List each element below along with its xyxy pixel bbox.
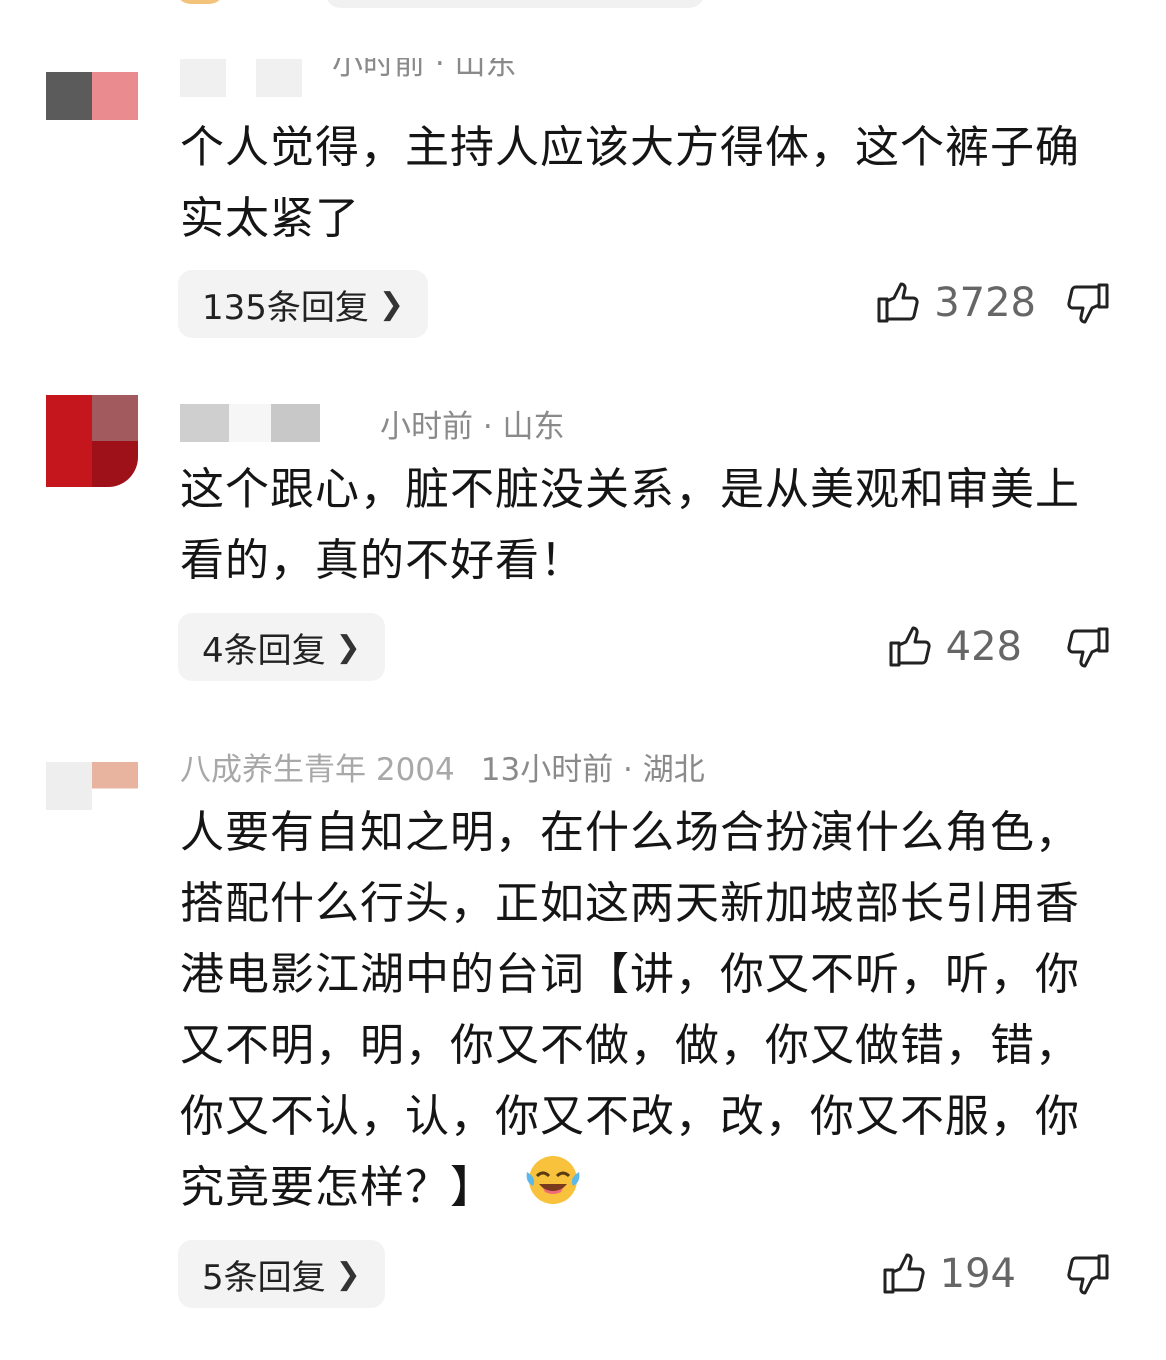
avatar-block (92, 72, 138, 120)
comment-meta: 小时前 · 山东 (180, 58, 517, 98)
avatar[interactable] (46, 395, 138, 487)
thumbs-down-icon[interactable] (1066, 625, 1110, 669)
like-count: 3728 (934, 280, 1036, 326)
username-blurred[interactable] (256, 59, 302, 97)
thumbs-up-icon[interactable] (888, 625, 932, 669)
chevron-right-icon: ❯ (335, 1256, 361, 1292)
reply-input-fragment (325, 0, 705, 8)
comment-actions: 3728 (876, 280, 1110, 326)
emoji-fragment (175, 0, 225, 4)
comment-text: 人要有自知之明，在什么场合扮演什么角色，搭配什么行头，正如这两天新加坡部长引用香… (180, 797, 1120, 1227)
view-replies-button[interactable]: 5条回复 ❯ (178, 1240, 385, 1308)
avatar-block (92, 762, 138, 810)
comment-actions: 194 (882, 1251, 1110, 1297)
time-location: 13小时前 · 湖北 (480, 751, 705, 788)
comment-meta: 八成养生青年 2004 13小时前 · 湖北 (180, 744, 705, 789)
avatar[interactable] (46, 72, 138, 120)
replies-count: 5条回复 (202, 1257, 326, 1298)
replies-count: 135条回复 (202, 287, 369, 328)
username[interactable]: 八成养生青年 2004 (180, 744, 455, 789)
avatar-block (46, 72, 92, 120)
laughing-crying-emoji-icon (525, 1154, 585, 1227)
like-count: 428 (945, 624, 1022, 670)
avatar-block (46, 395, 92, 487)
view-replies-button[interactable]: 4条回复 ❯ (178, 613, 385, 681)
username-blurred[interactable] (180, 59, 226, 97)
comment-text: 这个跟心，脏不脏没关系，是从美观和审美上看的，真的不好看！ (180, 464, 1080, 586)
thumbs-up-icon[interactable] (876, 281, 920, 325)
avatar-block (92, 395, 138, 487)
thumbs-down-icon[interactable] (1066, 1252, 1110, 1296)
thumbs-up-icon[interactable] (882, 1252, 926, 1296)
username-blurred[interactable] (180, 404, 320, 442)
comment-actions: 428 (888, 624, 1110, 670)
previous-comment-edge (0, 0, 1166, 20)
comment-meta: 小时前 · 山东 (180, 402, 565, 445)
like-count: 194 (939, 1251, 1016, 1297)
replies-count: 4条回复 (202, 630, 326, 671)
view-replies-button[interactable]: 135条回复 ❯ (178, 270, 429, 338)
avatar[interactable] (46, 762, 138, 810)
comment-text-content: 人要有自知之明，在什么场合扮演什么角色，搭配什么行头，正如这两天新加坡部长引用香… (180, 807, 1080, 1213)
comment-text: 个人觉得，主持人应该大方得体，这个裤子确实太紧了 (180, 122, 1080, 244)
avatar-block (46, 762, 92, 810)
thumbs-down-icon[interactable] (1066, 281, 1110, 325)
chevron-right-icon: ❯ (335, 629, 361, 665)
time-location: 小时前 · 山东 (380, 408, 565, 445)
chevron-right-icon: ❯ (378, 286, 405, 322)
time-location: 小时前 · 山东 (332, 58, 517, 82)
